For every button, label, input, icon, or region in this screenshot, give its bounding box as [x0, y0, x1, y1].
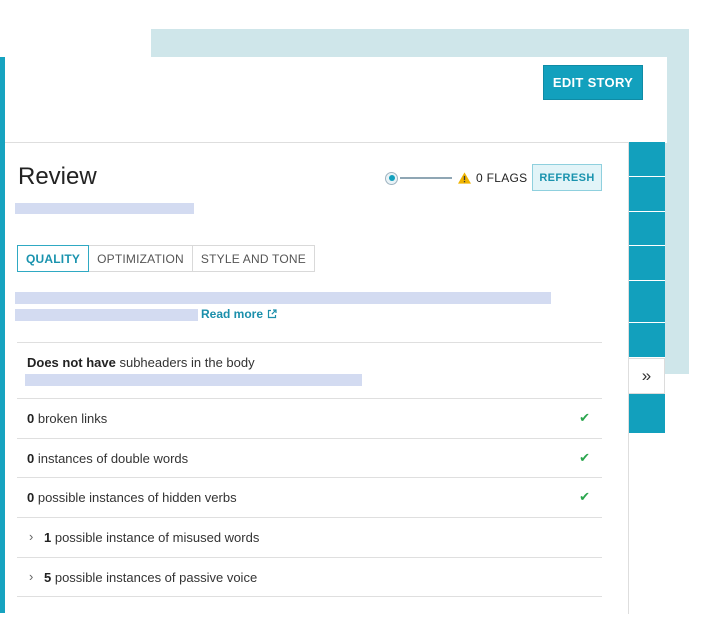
refresh-button[interactable]: REFRESH	[532, 164, 602, 191]
right-sidebar-strip: »	[628, 142, 665, 433]
review-panel: Review 0 FLAGS REFRESH QUALITY OPTIMIZAT…	[5, 142, 629, 614]
chevron-right-icon: ›	[29, 569, 34, 584]
check-text: 0 broken links	[27, 411, 108, 426]
list-item: Does not have subheaders in the body	[17, 342, 602, 399]
check-text: 5 possible instances of passive voice	[44, 570, 258, 585]
review-tabs: QUALITY OPTIMIZATION STYLE AND TONE	[17, 245, 315, 272]
expandable-list-item[interactable]: › 5 possible instances of passive voice	[17, 558, 602, 597]
sidebar-tab-5[interactable]	[628, 281, 665, 323]
placeholder-line	[15, 292, 551, 304]
check-text: 0 instances of double words	[27, 451, 189, 466]
expandable-list-item[interactable]: › 1 possible instance of misused words	[17, 518, 602, 558]
sidebar-tab-1[interactable]	[628, 142, 665, 177]
check-text: 1 possible instance of misused words	[44, 530, 260, 545]
placeholder-line	[15, 203, 194, 214]
warning-icon	[458, 172, 471, 184]
tab-quality[interactable]: QUALITY	[17, 245, 90, 272]
tab-optimization[interactable]: OPTIMIZATION	[88, 245, 193, 272]
check-text: Does not have subheaders in the body	[27, 355, 255, 370]
flag-slider-handle[interactable]	[385, 171, 398, 185]
chevron-right-icon: ›	[29, 529, 34, 544]
read-more-link[interactable]: Read more	[201, 307, 277, 321]
check-icon: ✔	[579, 489, 590, 504]
story-toolbar: EDIT STORY	[5, 57, 667, 143]
sidebar-tab-3[interactable]	[628, 212, 665, 246]
external-link-icon	[267, 309, 277, 319]
sidebar-tab-4[interactable]	[628, 246, 665, 281]
list-item: 0 instances of double words ✔	[17, 439, 602, 478]
read-more-label: Read more	[201, 307, 264, 321]
list-item: 0 broken links ✔	[17, 399, 602, 439]
check-text: 0 possible instances of hidden verbs	[27, 490, 237, 505]
placeholder-line	[15, 309, 198, 321]
double-chevron-right-icon: »	[641, 366, 652, 385]
page-title: Review	[18, 163, 97, 190]
edit-story-button[interactable]: EDIT STORY	[543, 65, 643, 100]
check-icon: ✔	[579, 450, 590, 465]
quality-checks-list: Does not have subheaders in the body 0 b…	[17, 342, 602, 597]
tab-style-and-tone[interactable]: STYLE AND TONE	[191, 245, 315, 272]
list-item: 0 possible instances of hidden verbs ✔	[17, 478, 602, 518]
flag-slider-track[interactable]	[400, 177, 452, 179]
sidebar-tab-6[interactable]	[628, 323, 665, 358]
sidebar-tab-2[interactable]	[628, 177, 665, 212]
collapse-sidebar-button[interactable]: »	[628, 358, 665, 394]
placeholder-line	[25, 374, 362, 386]
flags-count: 0 FLAGS	[476, 171, 528, 185]
sidebar-tab-7[interactable]	[628, 394, 665, 433]
check-icon: ✔	[579, 410, 590, 425]
flags-indicator: 0 FLAGS	[385, 169, 527, 187]
